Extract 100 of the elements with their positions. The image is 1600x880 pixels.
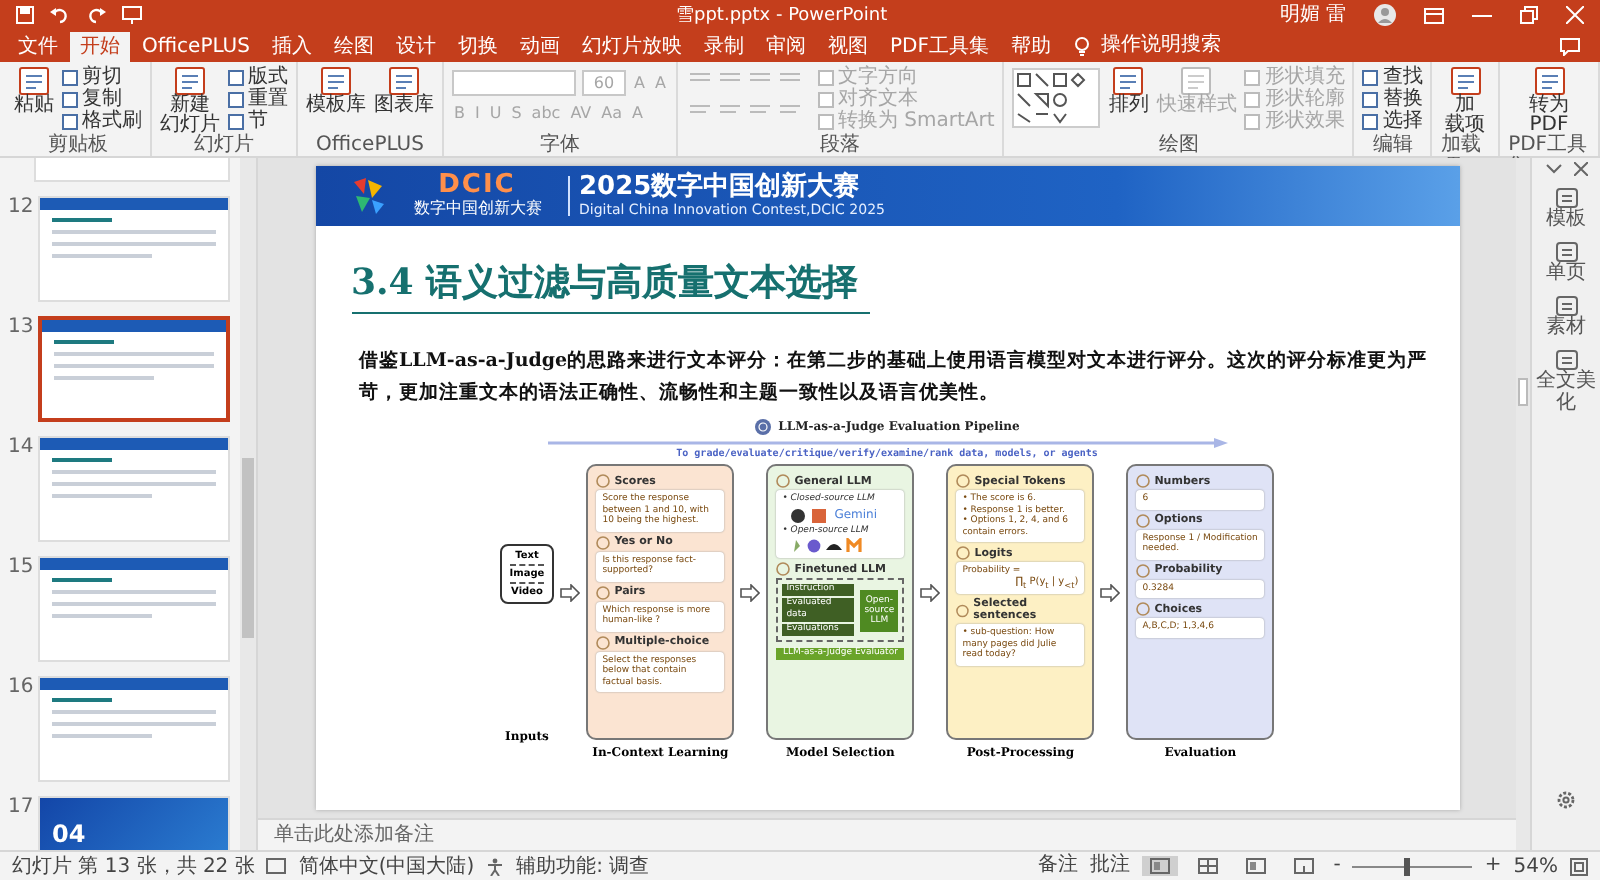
slide-number: 13 <box>8 316 32 342</box>
emblem-icon <box>776 562 791 576</box>
chevron-down-icon[interactable] <box>1545 164 1561 174</box>
notes-field[interactable]: 单击此处添加备注 <box>258 818 1516 850</box>
ribbon-tab[interactable]: 帮助 <box>1000 34 1061 62</box>
ribbon-button[interactable]: 替换 <box>1362 88 1423 110</box>
ribbon-tab[interactable]: 绘图 <box>323 34 384 62</box>
ribbon-button[interactable]: 复制 <box>62 88 142 110</box>
ribbon-button[interactable]: 转为 PDF <box>1529 66 1570 136</box>
ribbon-button[interactable]: 查找 <box>1362 66 1423 88</box>
slide-thumbnail[interactable] <box>38 316 230 422</box>
group-label: 编辑 <box>1372 134 1413 156</box>
avatar-icon[interactable] <box>1374 4 1396 26</box>
group-label: 绘图 <box>1158 134 1199 156</box>
emblem-icon <box>1136 602 1151 616</box>
ribbon-tab[interactable]: 切换 <box>447 34 508 62</box>
emblem-icon <box>1136 563 1151 577</box>
redo-icon[interactable] <box>86 6 106 24</box>
zoom-level[interactable]: 54% <box>1513 855 1558 877</box>
comment-icon[interactable] <box>1560 38 1580 56</box>
group-label: OfficePLUS <box>316 134 424 156</box>
emblem-icon <box>596 635 611 649</box>
comments-button[interactable]: 批注 <box>1089 854 1130 878</box>
ribbon-button[interactable]: 新建 幻灯片 <box>160 66 220 136</box>
settings-icon[interactable] <box>1556 790 1576 810</box>
slide-counter: 幻灯片 第 13 张，共 22 张 <box>12 853 255 880</box>
scrollbar-thumb[interactable] <box>1518 378 1528 406</box>
slide-number: 12 <box>8 196 32 222</box>
scrollbar-thumb[interactable] <box>242 458 254 638</box>
undo-icon[interactable] <box>50 6 70 24</box>
slide-number: 17 <box>8 796 32 822</box>
normal-view-icon <box>1149 858 1170 874</box>
ribbon-tab[interactable]: PDF工具集 <box>879 34 999 62</box>
brand-logo: DCIC <box>438 172 516 198</box>
accessibility-icon[interactable] <box>486 857 505 875</box>
reading-view-icon <box>1245 858 1266 874</box>
ribbon-tab[interactable]: 插入 <box>261 34 322 62</box>
side-pane-button[interactable]: 全文美化 <box>1536 350 1596 414</box>
tell-me-search[interactable]: 操作说明搜索 <box>1100 32 1221 60</box>
save-icon[interactable] <box>16 6 34 24</box>
zoom-out-button[interactable]: - <box>1333 854 1341 878</box>
zoom-in-button[interactable]: + <box>1484 854 1502 878</box>
ribbon-button[interactable]: 模板库 <box>306 66 366 116</box>
emblem-icon <box>1136 474 1151 488</box>
slide-number: 14 <box>8 436 32 462</box>
ribbon-button[interactable]: 格式刷 <box>62 110 142 132</box>
ribbon-tab[interactable]: OfficePLUS <box>132 34 260 62</box>
ribbon-button[interactable]: 节 <box>228 110 288 132</box>
emblem-icon <box>956 603 970 617</box>
side-pane-button[interactable]: 素材 <box>1536 296 1596 338</box>
font-name-field[interactable] <box>452 70 576 96</box>
window-title: 雪ppt.pptx - PowerPoint <box>676 4 890 28</box>
ribbon-button[interactable]: 剪切 <box>62 66 142 88</box>
slide-title: 3.4 语义过滤与高质量文本选择 <box>351 262 871 314</box>
ribbon-tab[interactable]: 审阅 <box>755 34 816 62</box>
model-logos-drawing <box>790 538 867 554</box>
ribbon-tab[interactable]: 动画 <box>509 34 570 62</box>
ribbon-button[interactable]: 图表库 <box>374 66 434 116</box>
ribbon-button[interactable]: 加 载项 <box>1445 66 1486 136</box>
slideshow-icon <box>1293 858 1314 874</box>
slide-paragraph: 借鉴LLM-as-a-Judge的思路来进行文本评分：在第二步的基础上使用语言模型对文本进行评分。这次的评分标准更为严苛，更加注重文本的语法正确性、流畅性和主题一致性以及语言优美性。 <box>359 347 1430 408</box>
ribbon-button[interactable]: 选择 <box>1362 110 1423 132</box>
user-name[interactable]: 明媚 雷 <box>1279 3 1346 27</box>
ribbon-tab[interactable]: 设计 <box>385 34 446 62</box>
notes-button[interactable]: 备注 <box>1037 854 1078 878</box>
close-icon[interactable] <box>1573 162 1587 176</box>
ribbon-tab[interactable]: 文件 <box>8 34 68 62</box>
right-arrow-icon <box>560 584 581 602</box>
slideshow-icon[interactable] <box>122 6 142 24</box>
ribbon-tab[interactable]: 视图 <box>817 34 878 62</box>
emblem-icon <box>596 474 611 488</box>
ribbon-button[interactable]: 版式 <box>228 66 288 88</box>
emblem-icon <box>596 535 611 549</box>
model-logos-drawing <box>790 507 831 523</box>
group-label: 字体 <box>539 134 580 156</box>
language-indicator[interactable]: 简体中文(中国大陆) <box>298 852 475 880</box>
ribbon-display-icon[interactable] <box>1424 7 1444 23</box>
restore-icon[interactable] <box>1520 6 1538 24</box>
right-arrow-icon <box>1100 584 1121 602</box>
side-pane-button[interactable]: 单页 <box>1536 242 1596 284</box>
view-button[interactable] <box>1141 856 1178 876</box>
side-pane-button[interactable]: 模板 <box>1536 188 1596 230</box>
ribbon-button[interactable]: 重置 <box>228 88 288 110</box>
ribbon-tab[interactable]: 开始 <box>70 32 130 62</box>
emblem-icon <box>1136 513 1151 527</box>
ribbon-tab[interactable]: 录制 <box>693 34 754 62</box>
ribbon-button[interactable]: 排列 <box>1108 66 1149 116</box>
right-arrow-icon <box>740 584 761 602</box>
fit-slide-icon[interactable] <box>1570 857 1588 875</box>
right-arrow-icon <box>920 584 941 602</box>
shapes-gallery[interactable] <box>1012 68 1101 128</box>
slide-thumbnail[interactable]: 04 <box>38 796 230 850</box>
brand-caption: 数字中国创新大赛 <box>413 200 541 218</box>
slide-sorter-icon <box>1197 858 1218 874</box>
ribbon-button[interactable]: 粘贴 <box>14 66 54 116</box>
emblem-icon <box>776 474 791 488</box>
emblem-icon <box>956 474 971 488</box>
emblem-icon <box>596 585 611 599</box>
accessibility-status[interactable]: 辅助功能: 调查 <box>516 852 650 880</box>
ribbon-tab[interactable]: 幻灯片放映 <box>571 34 692 62</box>
